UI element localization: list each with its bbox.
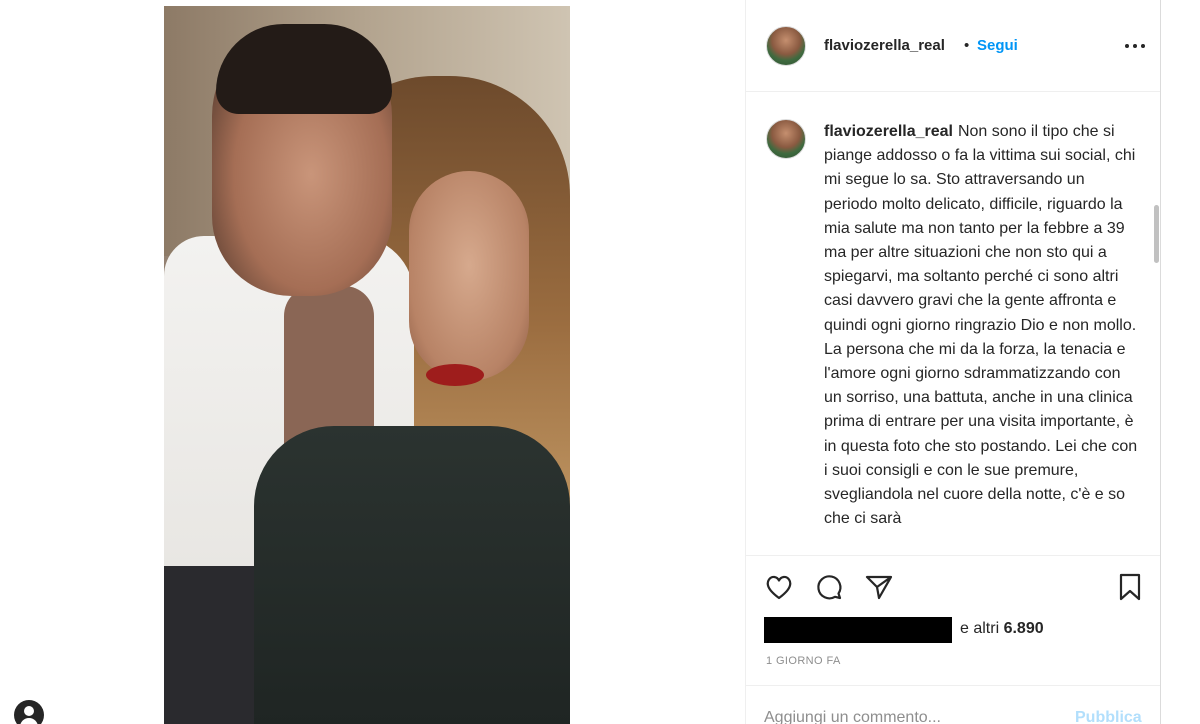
publish-button[interactable]: Pubblica: [1075, 709, 1142, 724]
caption-body: Non sono il tipo che si piange addosso o…: [824, 123, 1138, 528]
caption-section: flaviozerella_real Non sono il tipo che s…: [746, 93, 1160, 553]
heart-icon[interactable]: [764, 572, 794, 602]
user-tag-icon[interactable]: [14, 700, 44, 724]
caption-username[interactable]: flaviozerella_real: [824, 123, 953, 140]
photo-woman-face: [409, 171, 529, 381]
comment-bar: Pubblica: [746, 685, 1160, 724]
likes-row: e altri 6.890: [764, 617, 1154, 643]
photo-woman-top: [254, 426, 570, 724]
more-options-icon[interactable]: [1123, 39, 1147, 53]
separator-dot: •: [964, 37, 970, 54]
photo-lips: [426, 364, 484, 386]
redacted-liker: [764, 617, 952, 643]
share-icon[interactable]: [864, 572, 894, 602]
follow-button[interactable]: Segui: [977, 37, 1018, 54]
post-username[interactable]: flaviozerella_real: [824, 37, 945, 54]
likes-number: 6.890: [1003, 620, 1044, 637]
avatar[interactable]: [766, 26, 806, 66]
likes-prefix: e altri: [960, 620, 1000, 637]
action-bar: [746, 555, 1160, 620]
photo-man-hair: [216, 24, 392, 114]
likes-count[interactable]: e altri 6.890: [960, 620, 1044, 638]
post-media-area: [0, 0, 745, 724]
caption-scrollbar[interactable]: [1154, 205, 1159, 263]
caption-avatar[interactable]: [766, 119, 806, 159]
post-header: flaviozerella_real • Segui: [746, 0, 1160, 92]
comment-input[interactable]: [764, 709, 1064, 724]
post-timestamp[interactable]: 1 GIORNO FA: [766, 655, 841, 667]
comment-icon[interactable]: [814, 572, 844, 602]
caption-text: flaviozerella_real Non sono il tipo che s…: [824, 120, 1142, 531]
post-side-panel: flaviozerella_real • Segui flaviozerella…: [745, 0, 1161, 724]
post-photo[interactable]: [164, 6, 570, 724]
bookmark-icon[interactable]: [1115, 572, 1145, 602]
